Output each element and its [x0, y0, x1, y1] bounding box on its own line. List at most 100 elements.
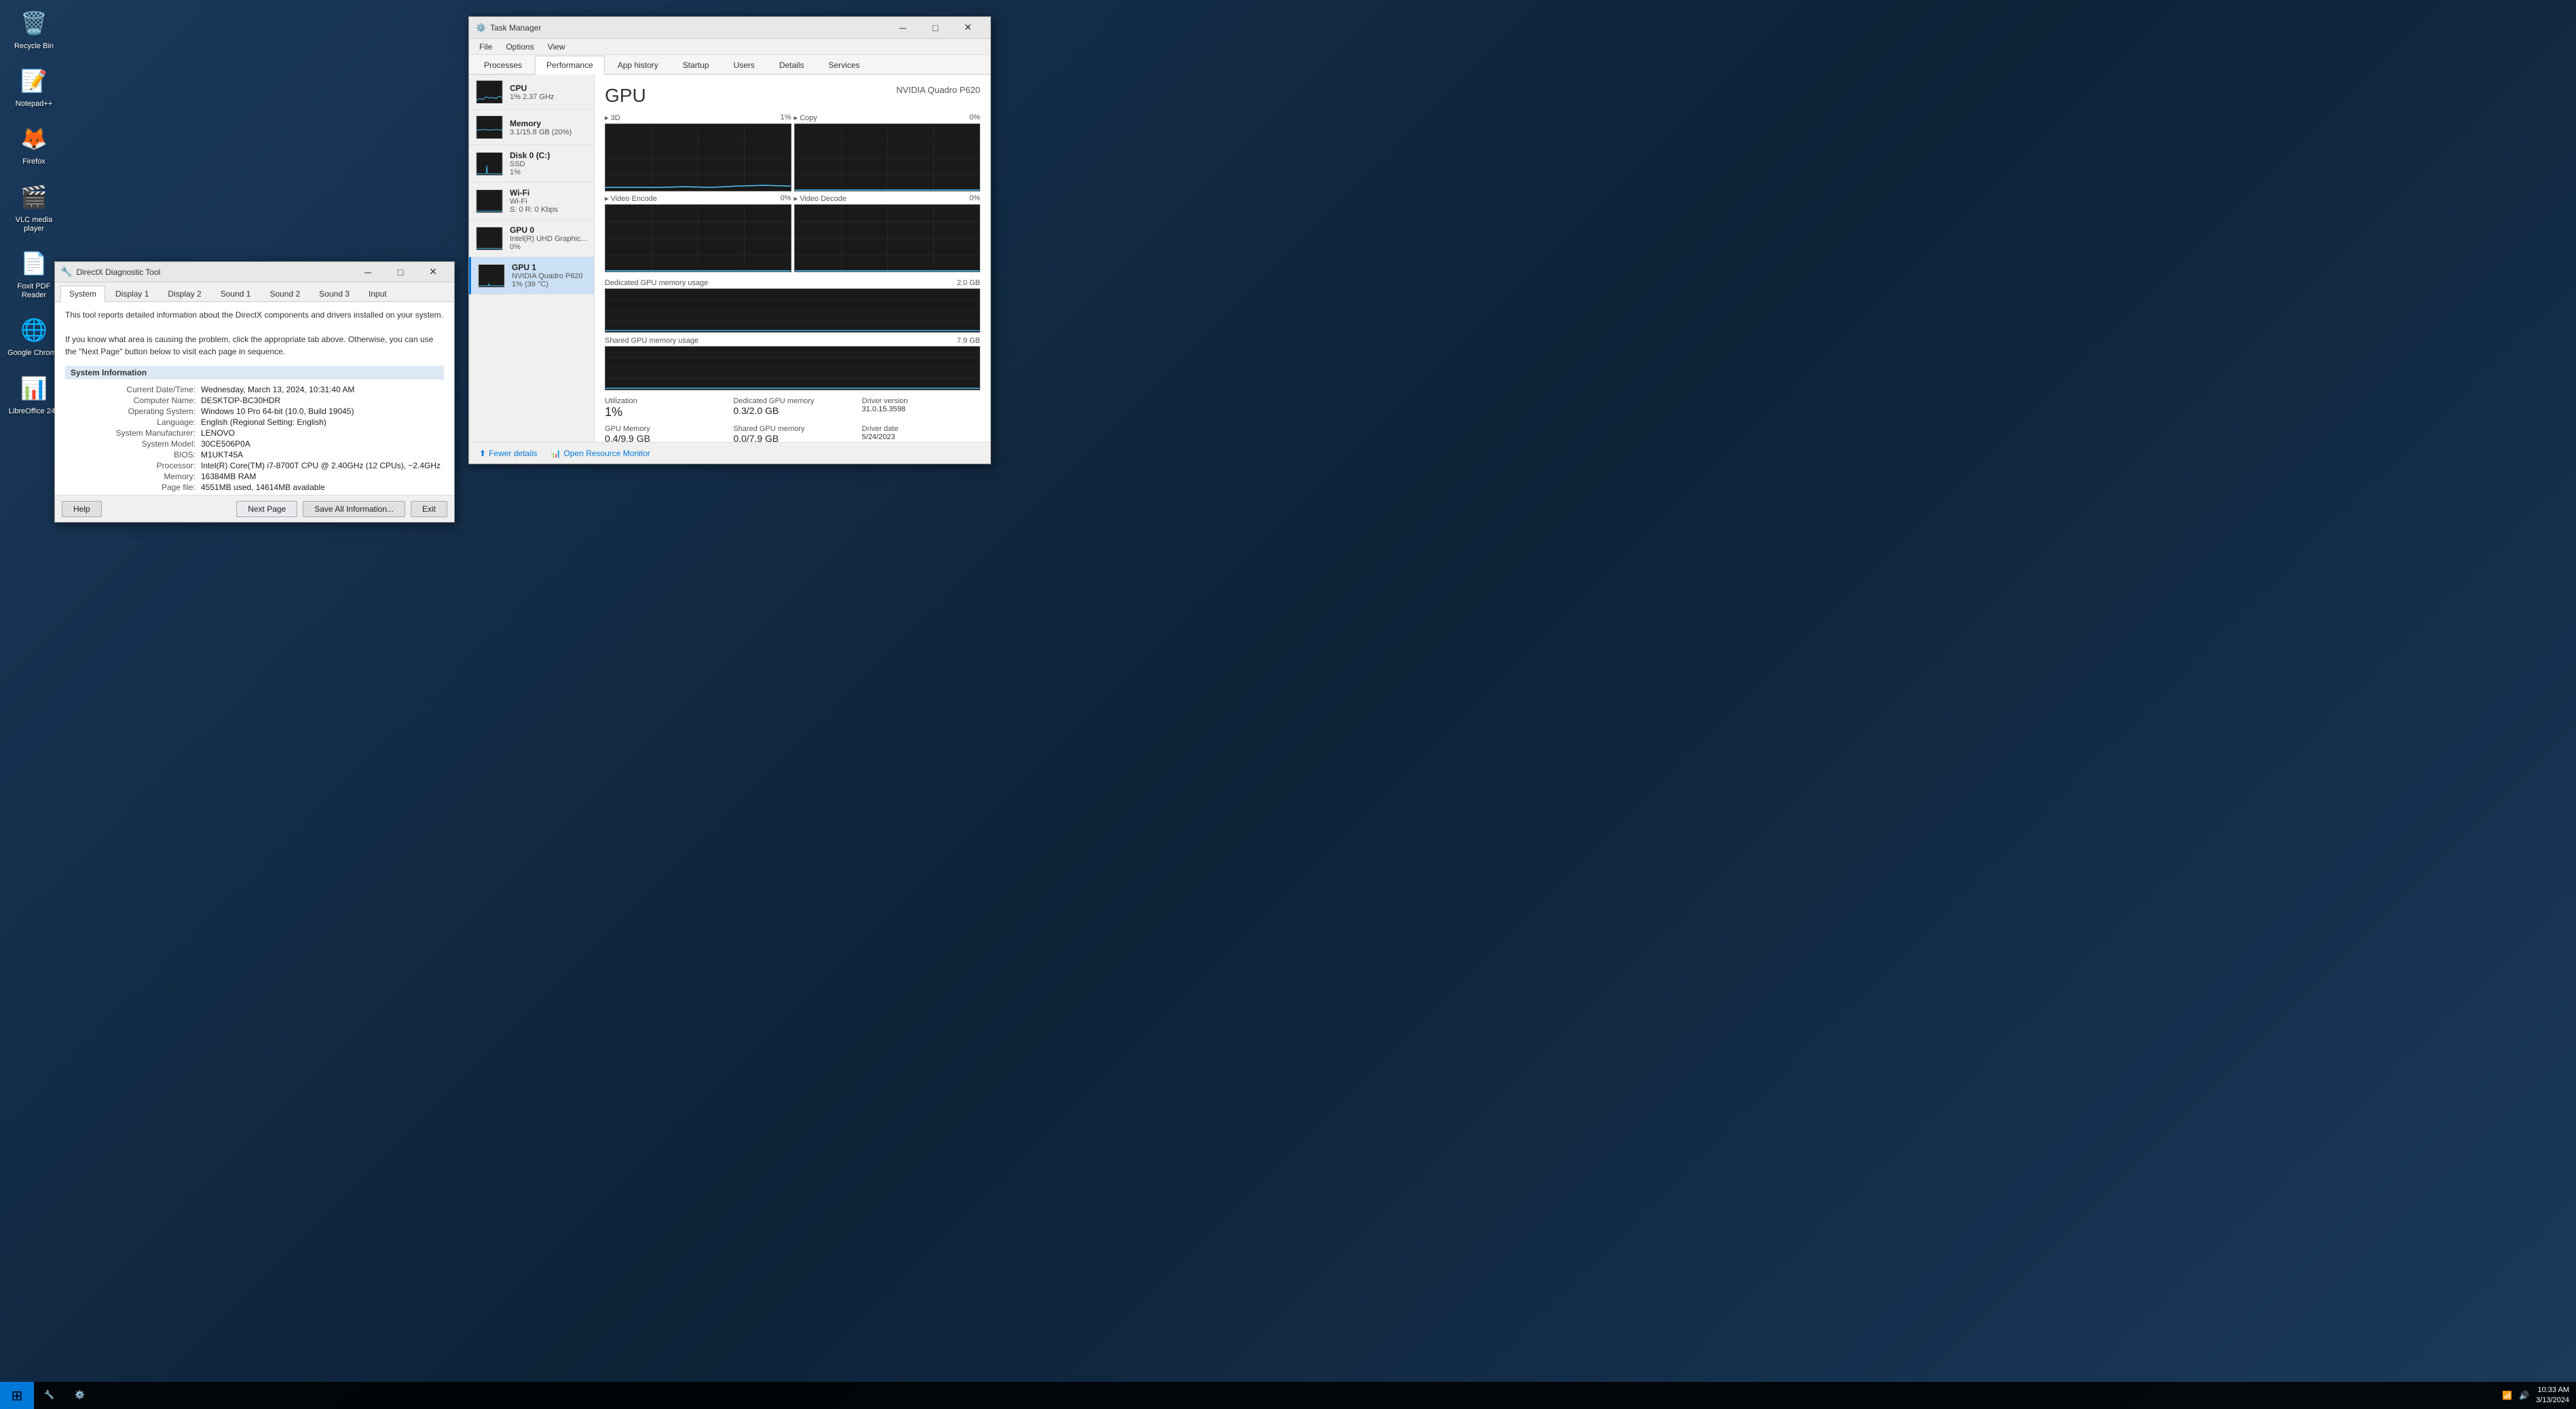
foxit-icon[interactable]: 📄 Foxit PDF Reader: [7, 247, 61, 300]
dxdiag-tab-display1[interactable]: Display 1: [107, 286, 157, 302]
info-language: Language: English (Regional Setting: Eng…: [65, 417, 444, 427]
task-manager-window: ⚙️ Task Manager ─ □ ✕ File Options View …: [468, 16, 991, 464]
tm-content: CPU 1% 2.37 GHz Memory 3.1/15.8 GB (20%): [469, 75, 990, 442]
dxdiag-intro2: If you know what area is causing the pro…: [65, 333, 444, 358]
resource-monitor-icon: 📊: [550, 449, 561, 458]
info-memory: Memory: 16384MB RAM: [65, 472, 444, 481]
next-page-button[interactable]: Next Page: [236, 501, 297, 517]
info-datetime: Current Date/Time: Wednesday, March 13, …: [65, 385, 444, 394]
minimize-button[interactable]: ─: [887, 17, 918, 39]
gpu-3d-section: ▸ 3D 1%: [605, 113, 791, 191]
close-button[interactable]: ✕: [952, 17, 984, 39]
menu-view[interactable]: View: [541, 41, 572, 53]
gpu-dedicated-memory-header: Dedicated GPU memory usage 2.0 GB: [605, 279, 980, 287]
sidebar-item-disk0[interactable]: Disk 0 (C:) SSD 1%: [469, 145, 594, 183]
dxdiag-tab-display2[interactable]: Display 2: [159, 286, 210, 302]
stat-driver-date: Driver date 5/24/2023: [862, 425, 980, 442]
gpu-copy-label: ▸ Copy: [794, 113, 817, 122]
gpu-decode-section: ▸ Video Decode 0%: [794, 194, 981, 272]
gpu-copy-pct: 0%: [969, 113, 980, 122]
dxdiag-tab-sound3[interactable]: Sound 3: [310, 286, 358, 302]
stat-utilization: Utilization 1%: [605, 397, 723, 419]
dxdiag-tab-sound1[interactable]: Sound 1: [212, 286, 260, 302]
info-model: System Model: 30CE506P0A: [65, 439, 444, 449]
tab-performance[interactable]: Performance: [535, 56, 605, 75]
tab-processes[interactable]: Processes: [472, 56, 534, 75]
gpu-decode-label: ▸ Video Decode: [794, 194, 846, 203]
chrome-icon[interactable]: 🌐 Google Chrome: [7, 314, 61, 358]
gpu-dedicated-memory-section: Dedicated GPU memory usage 2.0 GB: [605, 279, 980, 333]
notepadpp-label: Notepad++: [16, 100, 52, 109]
recycle-bin-icon[interactable]: 🗑️ Recycle Bin: [7, 7, 61, 51]
dxdiag-maximize[interactable]: □: [385, 261, 416, 283]
gpu1-sidebar-pct: 1% (39 °C): [512, 280, 587, 288]
info-bios: BIOS: M1UKT45A: [65, 450, 444, 459]
disk0-sidebar-pct: 1%: [510, 168, 587, 176]
memory-mini-chart: [476, 115, 503, 139]
cpu-sidebar-detail: 1% 2.37 GHz: [510, 93, 587, 101]
dxdiag-close[interactable]: ✕: [417, 261, 449, 283]
gpu-copy-section: ▸ Copy 0%: [794, 113, 981, 191]
wifi-sidebar-detail1: Wi-Fi: [510, 198, 587, 206]
gpu0-sidebar-pct: 0%: [510, 243, 587, 251]
dxdiag-tab-input[interactable]: Input: [360, 286, 396, 302]
sidebar-item-wifi[interactable]: Wi-Fi Wi-Fi S: 0 R: 0 Kbps: [469, 183, 594, 220]
network-tray-icon: 📶: [2502, 1391, 2512, 1400]
gpu-shared-memory-label: Shared GPU memory usage: [605, 337, 698, 345]
gpu0-sidebar-detail1: Intel(R) UHD Graphic...: [510, 235, 587, 243]
libreoffice-icon[interactable]: 📊 LibreOffice 242: [7, 372, 61, 416]
info-computer-name: Computer Name: DESKTOP-BC30HDR: [65, 396, 444, 405]
maximize-button[interactable]: □: [920, 17, 951, 39]
dxdiag-minimize[interactable]: ─: [352, 261, 384, 283]
info-os: Operating System: Windows 10 Pro 64-bit …: [65, 407, 444, 416]
gpu-decode-pct: 0%: [969, 194, 980, 203]
wifi-mini-chart: [476, 189, 503, 213]
sidebar-item-gpu0[interactable]: GPU 0 Intel(R) UHD Graphic... 0%: [469, 220, 594, 257]
fewer-details-button[interactable]: ⬆ Fewer details: [479, 449, 537, 458]
sidebar-item-cpu[interactable]: CPU 1% 2.37 GHz: [469, 75, 594, 110]
gpu-shared-memory-section: Shared GPU memory usage 7.9 GB: [605, 337, 980, 390]
gpu-charts-grid: ▸ 3D 1%: [605, 113, 980, 272]
info-manufacturer: System Manufacturer: LENOVO: [65, 428, 444, 438]
dxdiag-controls: ─ □ ✕: [352, 261, 449, 283]
vlc-icon[interactable]: 🎬 VLC media player: [7, 181, 61, 233]
taskbar-item-dxdiag[interactable]: 🔧: [34, 1382, 64, 1409]
gpu-3d-chart: [605, 124, 791, 191]
stat-shared-memory: Shared GPU memory 0.0/7.9 GB: [733, 425, 851, 442]
help-button[interactable]: Help: [62, 501, 102, 517]
save-all-button[interactable]: Save All Information...: [303, 501, 405, 517]
dxdiag-title: DirectX Diagnostic Tool: [76, 267, 352, 277]
dxdiag-tab-sound2[interactable]: Sound 2: [261, 286, 309, 302]
tab-startup[interactable]: Startup: [671, 56, 721, 75]
taskmanager-taskbar-icon: ⚙️: [75, 1390, 85, 1399]
taskbar-item-taskmanager[interactable]: ⚙️: [64, 1382, 95, 1409]
sidebar-item-gpu1[interactable]: GPU 1 NVIDIA Quadro P620 1% (39 °C): [469, 257, 594, 295]
start-button[interactable]: ⊞: [0, 1382, 34, 1409]
taskbar-clock: 10:33 AM 3/13/2024: [2536, 1385, 2569, 1406]
dxdiag-titlebar: 🔧 DirectX Diagnostic Tool ─ □ ✕: [55, 262, 454, 282]
gpu-stats-grid: Utilization 1% Dedicated GPU memory 0.3/…: [605, 397, 980, 442]
exit-button[interactable]: Exit: [411, 501, 447, 517]
tab-details[interactable]: Details: [768, 56, 816, 75]
menu-file[interactable]: File: [472, 41, 499, 53]
gpu-dedicated-memory-chart: [605, 288, 980, 333]
memory-sidebar-name: Memory: [510, 119, 587, 128]
notepadpp-icon[interactable]: 📝 Notepad++: [7, 64, 61, 109]
volume-tray-icon: 🔊: [2519, 1391, 2529, 1400]
gpu1-sidebar-detail1: NVIDIA Quadro P620: [512, 272, 587, 280]
menu-options[interactable]: Options: [499, 41, 540, 53]
wifi-sidebar-pct: S: 0 R: 0 Kbps: [510, 206, 587, 214]
gpu0-mini-chart: [476, 227, 503, 250]
tab-app-history[interactable]: App history: [606, 56, 670, 75]
sidebar-item-memory[interactable]: Memory 3.1/15.8 GB (20%): [469, 110, 594, 145]
taskbar-items: 🔧 ⚙️: [34, 1382, 2495, 1409]
dxdiag-buttons: Help Next Page Save All Information... E…: [55, 495, 454, 522]
gpu1-sidebar-name: GPU 1: [512, 263, 587, 272]
open-resource-monitor-button[interactable]: 📊 Open Resource Monitor: [550, 449, 650, 458]
tab-users[interactable]: Users: [722, 56, 766, 75]
gpu-encode-chart: [605, 204, 791, 272]
tab-services[interactable]: Services: [817, 56, 872, 75]
dxdiag-tab-system[interactable]: System: [60, 286, 105, 302]
firefox-icon[interactable]: 🦊 Firefox: [7, 122, 61, 166]
gpu-shared-memory-chart: [605, 346, 980, 390]
